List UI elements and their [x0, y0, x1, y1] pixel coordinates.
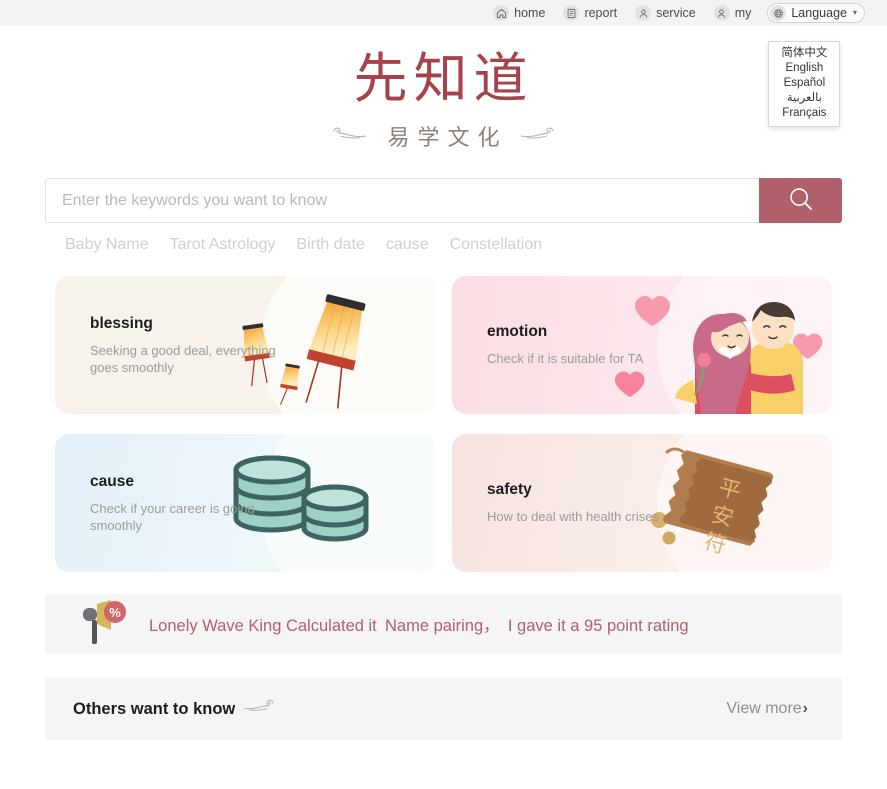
- user-icon: [713, 5, 730, 21]
- category-card-emotion[interactable]: emotion Check if it is suitable for TA: [452, 276, 832, 414]
- search-button[interactable]: [759, 178, 842, 223]
- language-dropdown-menu[interactable]: 简体中文 English Español بالعربية Français: [768, 41, 841, 127]
- category-card-grid: blessing Seeking a good deal, everything…: [55, 276, 832, 572]
- category-card-cause[interactable]: cause Check if your career is going smoo…: [55, 434, 435, 572]
- announcement-bar[interactable]: % Lonely Wave King Calculated it Name pa…: [45, 594, 842, 654]
- language-option-fr[interactable]: Français: [769, 106, 839, 121]
- nav-item-home-label: home: [514, 6, 546, 20]
- globe-icon: [770, 5, 787, 21]
- card-text-block: emotion Check if it is suitable for TA: [452, 323, 702, 367]
- others-want-to-know-section: Others want to know View more ›: [45, 678, 842, 740]
- card-description: Seeking a good deal, everything goes smo…: [90, 342, 276, 375]
- nav-item-my[interactable]: my: [713, 5, 752, 21]
- nav-item-my-label: my: [734, 6, 752, 20]
- report-icon: [563, 5, 580, 21]
- section-title: Others want to know: [73, 699, 236, 718]
- hot-tag-cause[interactable]: cause: [386, 236, 429, 254]
- nav-item-home[interactable]: home: [493, 5, 545, 21]
- site-logo-subtitle-row: 易学文化: [0, 120, 887, 152]
- nav-item-report[interactable]: report: [563, 5, 617, 21]
- language-option-en[interactable]: English: [769, 61, 839, 76]
- megaphone-percent-icon: %: [77, 598, 131, 651]
- nav-item-report-label: report: [584, 6, 618, 20]
- announcement-text[interactable]: Lonely Wave King Calculated it Name pair…: [149, 612, 689, 636]
- hot-tag-tarot-astrology[interactable]: Tarot Astrology: [170, 236, 276, 254]
- hot-search-tags: Baby Name Tarot Astrology Birth date cau…: [45, 236, 842, 254]
- svg-text:%: %: [109, 605, 121, 620]
- site-logo-title: 先知道: [353, 47, 534, 110]
- card-title: safety: [487, 481, 532, 498]
- hot-tag-constellation[interactable]: Constellation: [450, 236, 543, 254]
- card-description: Check if your career is going smoothly: [90, 500, 255, 533]
- home-icon: [493, 5, 510, 21]
- chevron-down-icon: ▾: [852, 8, 857, 17]
- cloud-ornament-icon: [330, 125, 370, 148]
- card-description: Check if it is suitable for TA: [487, 351, 644, 366]
- language-option-zh[interactable]: 简体中文: [769, 46, 839, 61]
- card-title: cause: [90, 472, 134, 490]
- card-text-block: blessing Seeking a good deal, everything…: [55, 315, 305, 376]
- cloud-ornament-icon: [517, 125, 557, 148]
- view-more-label: View more: [726, 700, 802, 717]
- search-icon: [786, 184, 816, 217]
- language-button[interactable]: Language ▾: [767, 3, 865, 23]
- card-title: blessing: [90, 314, 153, 332]
- cloud-ornament-icon: [243, 698, 281, 721]
- card-title: emotion: [487, 323, 548, 340]
- search-input[interactable]: [45, 178, 759, 223]
- language-button-label: Language: [791, 6, 847, 20]
- hot-tag-birth-date[interactable]: Birth date: [296, 236, 364, 254]
- card-text-block: cause Check if your career is going smoo…: [55, 473, 305, 534]
- nav-item-service[interactable]: service: [635, 5, 696, 21]
- site-logo-subtitle: 易学文化: [387, 126, 508, 151]
- hot-tag-baby-name[interactable]: Baby Name: [65, 236, 149, 254]
- top-navigation-bar: home report service my Language ▾ 简体中文 E…: [0, 0, 887, 127]
- service-icon: [635, 5, 652, 21]
- card-text-block: safety How to deal with health crises: [452, 481, 702, 525]
- chevron-right-icon: ›: [802, 700, 808, 717]
- section-header: Others want to know: [73, 698, 281, 721]
- language-option-es[interactable]: Español: [769, 76, 839, 91]
- card-description: How to deal with health crises: [487, 509, 659, 524]
- language-option-ar[interactable]: بالعربية: [769, 91, 839, 106]
- site-logo: 先知道 易学文化: [0, 26, 887, 152]
- category-card-blessing[interactable]: blessing Seeking a good deal, everything…: [55, 276, 435, 414]
- search-bar: [45, 178, 842, 223]
- category-card-safety[interactable]: safety How to deal with health crises 平 …: [452, 434, 832, 572]
- language-selector: Language ▾ 简体中文 English Español بالعربية…: [767, 3, 865, 127]
- view-more-button[interactable]: View more ›: [726, 700, 808, 718]
- nav-item-service-label: service: [656, 6, 696, 20]
